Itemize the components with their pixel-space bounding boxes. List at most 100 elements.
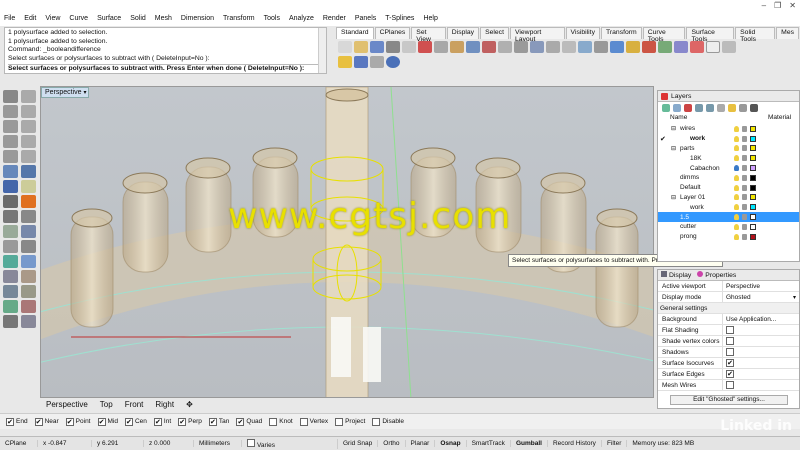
- lightbulb-icon[interactable]: [734, 194, 739, 201]
- layer-row[interactable]: Default: [658, 183, 799, 193]
- tab-cplanes[interactable]: CPlanes: [374, 27, 411, 39]
- zoom-window-icon[interactable]: [546, 41, 560, 53]
- tab-display-panel[interactable]: Display: [661, 270, 691, 280]
- tab-top[interactable]: Top: [100, 400, 113, 409]
- cut-icon[interactable]: [418, 41, 432, 53]
- checkbox-icon[interactable]: ✔: [208, 417, 217, 426]
- paste-icon[interactable]: [450, 41, 464, 53]
- zoom-extents-icon[interactable]: [562, 41, 576, 53]
- layer-name[interactable]: Cabachon: [690, 165, 720, 172]
- join-icon[interactable]: [3, 255, 18, 268]
- copy-icon[interactable]: [434, 41, 448, 53]
- properties-icon[interactable]: [642, 41, 656, 53]
- general-settings-section[interactable]: General settings: [658, 303, 799, 314]
- smarttrack-toggle[interactable]: SmartTrack: [467, 440, 511, 447]
- tab-solid-tools[interactable]: Solid Tools: [735, 27, 776, 43]
- lightbulb-icon[interactable]: [734, 135, 739, 142]
- lock-icon[interactable]: [370, 56, 384, 68]
- grid-snap-toggle[interactable]: Grid Snap: [338, 440, 379, 447]
- checkbox-icon[interactable]: ✔: [726, 359, 734, 367]
- tab-mesh[interactable]: Mes: [776, 27, 799, 39]
- layer-row[interactable]: 1.5: [658, 212, 799, 222]
- checkbox-icon[interactable]: ✔: [124, 417, 133, 426]
- new-icon[interactable]: [338, 41, 352, 53]
- boolean-icon[interactable]: [21, 195, 36, 208]
- layer-color-swatch[interactable]: [750, 155, 756, 162]
- checkbox-icon[interactable]: [726, 381, 734, 389]
- tab-right[interactable]: Right: [155, 400, 174, 409]
- ortho-toggle[interactable]: Ortho: [378, 440, 406, 447]
- curve-icon[interactable]: [3, 105, 18, 118]
- more-tools-icon[interactable]: [21, 315, 36, 328]
- menu-surface[interactable]: Surface: [97, 15, 121, 22]
- edit-ghosted-settings-button[interactable]: Edit "Ghosted" settings...: [670, 395, 788, 405]
- filter-toggle[interactable]: Filter: [602, 440, 628, 447]
- delete-layer-icon[interactable]: [684, 104, 692, 112]
- checkbox-icon[interactable]: [726, 337, 734, 345]
- options-icon[interactable]: [690, 41, 704, 53]
- osnap-tan[interactable]: ✔ Tan: [208, 417, 229, 426]
- layer-name[interactable]: dimms: [680, 174, 699, 181]
- display-mode-select[interactable]: Ghosted ▾: [722, 292, 799, 302]
- checkbox-icon[interactable]: ✔: [34, 417, 43, 426]
- mesh-icon[interactable]: [3, 195, 18, 208]
- layer-name[interactable]: cutter: [680, 223, 696, 230]
- layer-color-swatch[interactable]: [750, 223, 756, 230]
- layer-color-swatch[interactable]: [750, 135, 756, 142]
- osnap-knot[interactable]: Knot: [269, 417, 293, 426]
- tab-surface-tools[interactable]: Surface Tools: [686, 27, 735, 43]
- command-prompt[interactable]: Select surfaces or polysurfaces to subtr…: [8, 64, 323, 74]
- lock-icon[interactable]: [742, 184, 747, 191]
- arc-icon[interactable]: [21, 120, 36, 133]
- lock-icon[interactable]: [742, 174, 747, 181]
- layer-name[interactable]: 18K: [690, 155, 702, 162]
- record-history-toggle[interactable]: Record History: [548, 440, 602, 447]
- lightbulb-icon[interactable]: [734, 155, 739, 162]
- redo-icon[interactable]: [482, 41, 496, 53]
- tools-icon[interactable]: [739, 104, 747, 112]
- tab-display[interactable]: Display: [446, 27, 480, 39]
- drafting-icon[interactable]: [3, 300, 18, 313]
- help-icon[interactable]: [706, 41, 720, 53]
- layer-name[interactable]: Layer 01: [680, 194, 705, 201]
- lightbulb-icon[interactable]: [734, 233, 739, 240]
- menu-transform[interactable]: Transform: [223, 15, 255, 22]
- extrude-icon[interactable]: [21, 165, 36, 178]
- lock-icon[interactable]: [742, 165, 747, 172]
- four-view-icon[interactable]: [594, 41, 608, 53]
- zoom-icon[interactable]: [530, 41, 544, 53]
- osnap-quad[interactable]: ✔ Quad: [236, 417, 262, 426]
- lock-icon[interactable]: [742, 125, 747, 132]
- rotate-view-icon[interactable]: [514, 41, 528, 53]
- layer-row[interactable]: prong: [658, 232, 799, 242]
- osnap-toggle[interactable]: Osnap: [435, 440, 467, 447]
- analyze-icon[interactable]: [3, 285, 18, 298]
- checkbox-icon[interactable]: ✔: [97, 417, 106, 426]
- block-icon[interactable]: [21, 270, 36, 283]
- command-history[interactable]: 1 polysurface added to selection. 1 poly…: [4, 27, 327, 74]
- render-preview-icon[interactable]: [354, 56, 368, 68]
- chevron-down-icon[interactable]: ▾: [793, 294, 799, 301]
- layer-name[interactable]: parts: [680, 145, 694, 152]
- layer-row[interactable]: ⊟ wires: [658, 124, 799, 134]
- col-material[interactable]: Material: [768, 114, 791, 124]
- osnap-mid[interactable]: ✔ Mid: [97, 417, 118, 426]
- freeform-icon[interactable]: [3, 150, 18, 163]
- menu-help[interactable]: Help: [423, 15, 437, 22]
- tab-perspective[interactable]: Perspective: [46, 400, 88, 409]
- undo-icon[interactable]: [466, 41, 480, 53]
- mirror-icon[interactable]: [21, 225, 36, 238]
- layer-row[interactable]: ✔ work: [658, 134, 799, 144]
- layer-name[interactable]: wires: [680, 125, 695, 132]
- expand-icon[interactable]: ⊟: [671, 125, 676, 132]
- layer-row[interactable]: ⊟ parts: [658, 144, 799, 154]
- menu-edit[interactable]: Edit: [24, 15, 36, 22]
- layer-row[interactable]: Cabachon: [658, 163, 799, 173]
- move-down-icon[interactable]: [706, 104, 714, 112]
- group-icon[interactable]: [3, 270, 18, 283]
- minimize-button[interactable]: –: [762, 1, 766, 10]
- new-layer-icon[interactable]: [662, 104, 670, 112]
- layer-color-swatch[interactable]: [750, 214, 756, 221]
- lightbulb-icon[interactable]: [734, 145, 739, 152]
- lightbulb-icon[interactable]: [734, 184, 739, 191]
